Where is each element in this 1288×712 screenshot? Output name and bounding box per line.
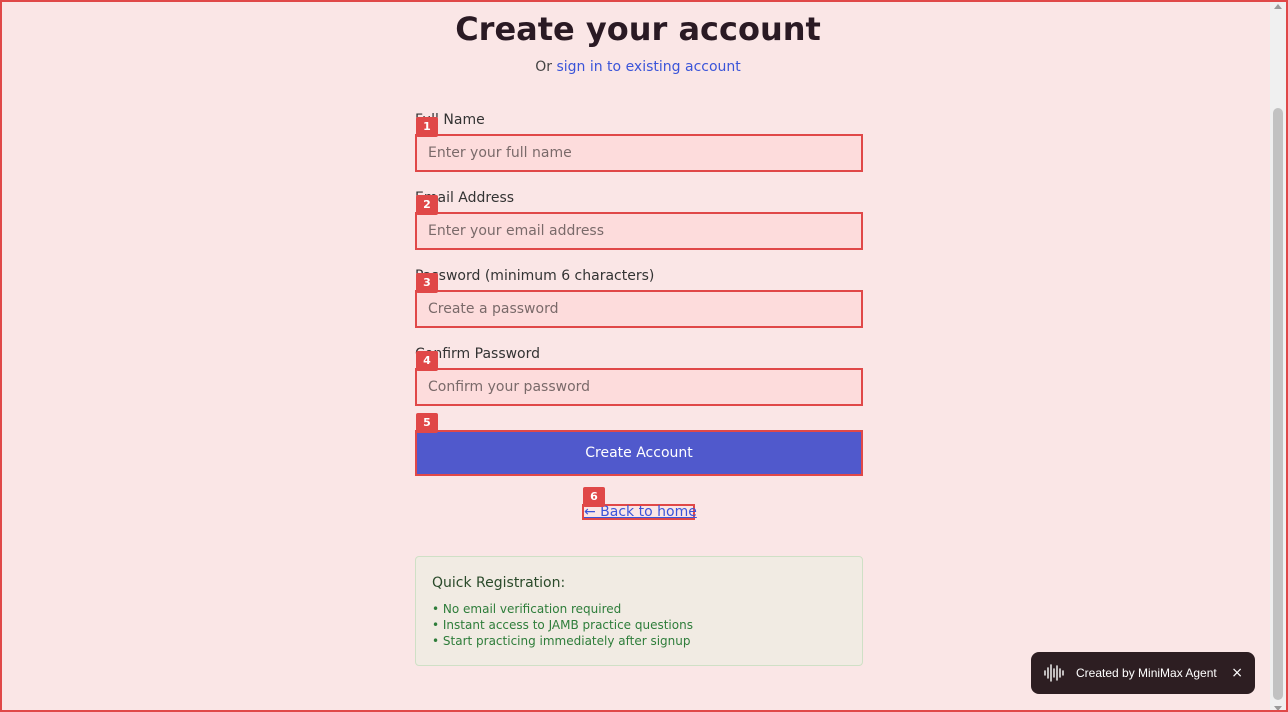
waveform-icon: [1044, 664, 1064, 682]
vertical-scrollbar[interactable]: [1270, 2, 1286, 710]
toast-text: Created by MiniMax Agent: [1076, 666, 1217, 680]
annotation-badge: 2: [416, 195, 438, 215]
email-input[interactable]: [415, 212, 863, 250]
info-item: • No email verification required: [432, 602, 622, 616]
page: Create your account Or sign in to existi…: [0, 0, 1288, 712]
password-input[interactable]: [415, 290, 863, 328]
annotation-badge: 5: [416, 413, 438, 433]
scroll-down-arrow-icon[interactable]: [1274, 706, 1282, 710]
info-item: • Instant access to JAMB practice questi…: [432, 618, 693, 632]
subtitle-prefix: Or: [535, 59, 552, 75]
page-subtitle: Or sign in to existing account: [2, 59, 1274, 75]
close-icon[interactable]: ×: [1225, 665, 1243, 681]
create-account-button[interactable]: Create Account: [415, 430, 863, 476]
page-title: Create your account: [455, 10, 821, 48]
quick-registration-box: Quick Registration: • No email verificat…: [415, 556, 863, 666]
annotation-badge: 4: [416, 351, 438, 371]
info-title: Quick Registration:: [432, 575, 566, 591]
full-name-input[interactable]: [415, 134, 863, 172]
password-label: Password (minimum 6 characters): [415, 268, 655, 284]
annotation-badge: 1: [416, 117, 438, 137]
scrollbar-thumb[interactable]: [1273, 108, 1283, 700]
sign-in-link[interactable]: sign in to existing account: [556, 59, 740, 75]
confirm-password-input[interactable]: [415, 368, 863, 406]
created-by-toast: Created by MiniMax Agent ×: [1031, 652, 1255, 694]
scroll-up-arrow-icon[interactable]: [1274, 4, 1282, 9]
annotation-badge: 3: [416, 273, 438, 293]
info-item: • Start practicing immediately after sig…: [432, 634, 691, 648]
annotation-badge: 6: [583, 487, 605, 507]
